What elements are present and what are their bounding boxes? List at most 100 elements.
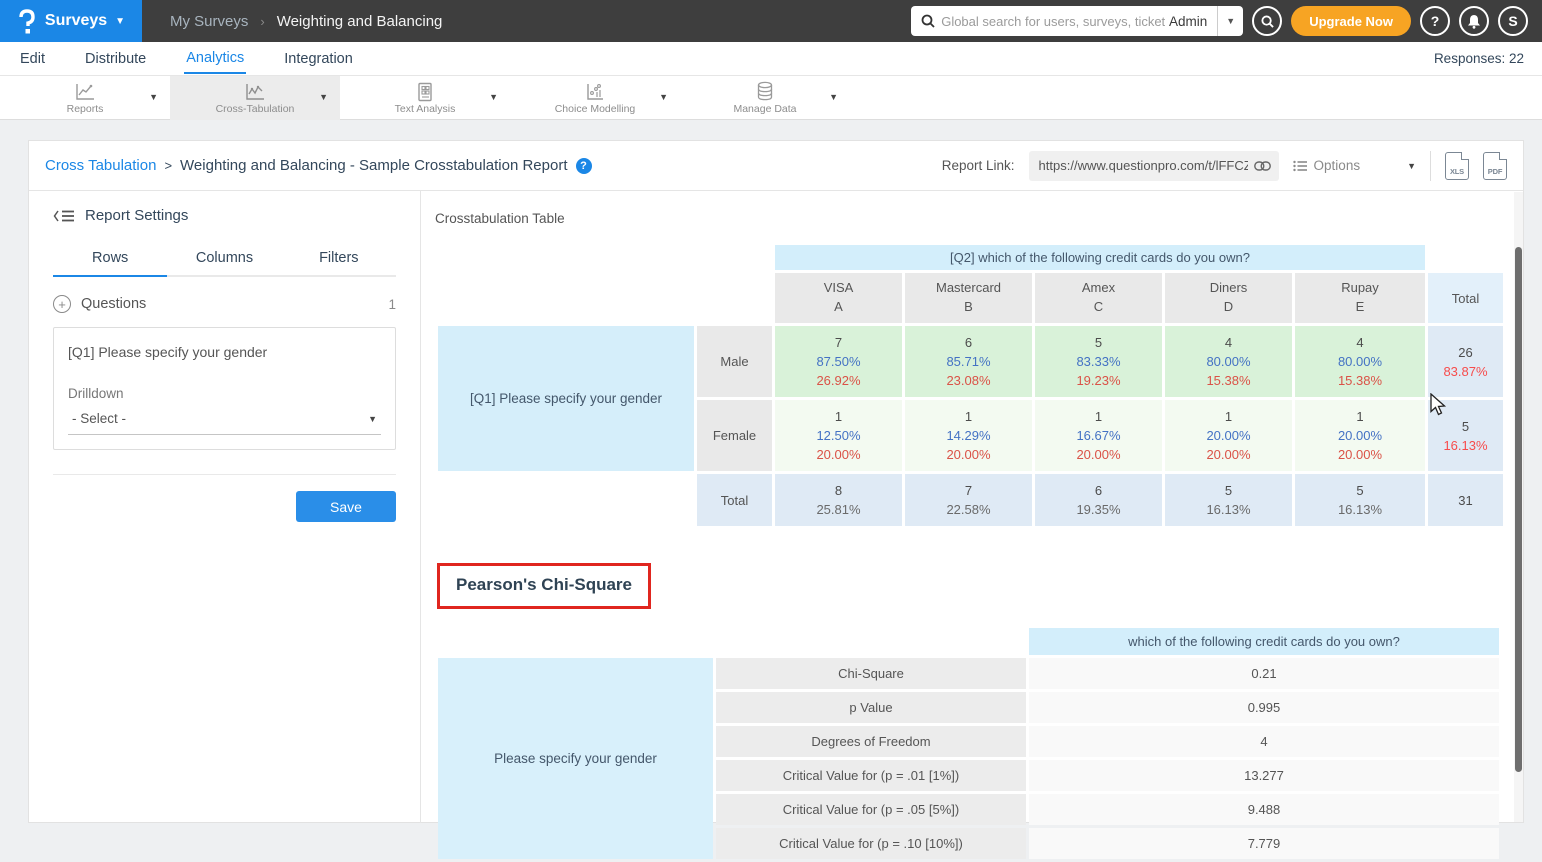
panel-header: Report Settings (53, 207, 396, 224)
column-header-mastercard: MastercardB (905, 273, 1032, 323)
chi-label-chi-square: Chi-Square (716, 658, 1026, 689)
chevron-down-icon[interactable]: ▼ (659, 92, 668, 102)
cell-female-total: 5 16.13% (1428, 400, 1503, 471)
save-button[interactable]: Save (296, 491, 396, 522)
tab-rows[interactable]: Rows (53, 242, 167, 275)
chevron-down-icon[interactable]: ▼ (1407, 161, 1416, 171)
report-body: Report Settings Rows Columns Filters + Q… (29, 191, 1523, 823)
database-icon (755, 81, 775, 102)
cell-female-diners: 1 20.00% 20.00% (1165, 400, 1292, 471)
scatter-chart-icon (584, 82, 606, 102)
question-item[interactable]: [Q1] Please specify your gender Drilldow… (53, 327, 396, 450)
breadcrumb-my-surveys[interactable]: My Surveys (170, 13, 248, 30)
line-chart-icon (74, 82, 96, 102)
analytics-toolbar: Reports ▼ Cross-Tabulation ▼ Text Analy (0, 76, 1542, 120)
topbar-breadcrumb: My Surveys › Weighting and Balancing (170, 13, 442, 30)
chi-column-header: which of the following credit cards do y… (1029, 628, 1499, 655)
cell-male-amex: 5 83.33% 19.23% (1035, 326, 1162, 397)
toolbar-text-analysis-label: Text Analysis (395, 103, 456, 115)
report-link-url[interactable]: https://www.questionpro.com/t/lFFCZg (1039, 158, 1248, 173)
breadcrumb-cross-tabulation[interactable]: Cross Tabulation (45, 157, 156, 174)
cell-male-visa: 7 87.50% 26.92% (775, 326, 902, 397)
toolbar-text-analysis[interactable]: Text Analysis ▼ (340, 76, 510, 120)
chi-value-chi-square: 0.21 (1029, 658, 1499, 689)
column-header-rupay: RupayE (1295, 273, 1425, 323)
cell-total-amex: 6 19.35% (1035, 474, 1162, 526)
chi-square-table: which of the following credit cards do y… (435, 625, 1502, 862)
report-link-field[interactable]: https://www.questionpro.com/t/lFFCZg (1029, 151, 1279, 181)
drilldown-select[interactable]: - Select - ▼ (68, 411, 381, 435)
row-label-female: Female (697, 400, 772, 471)
table-row-male: [Q1] Please specify your gender Male 7 8… (438, 326, 1503, 397)
chi-value-p-value: 0.995 (1029, 692, 1499, 723)
add-question-icon[interactable]: + (53, 295, 71, 313)
drilldown-label: Drilldown (68, 386, 381, 401)
row-label-total: Total (697, 474, 772, 526)
toolbar-manage-data-label: Manage Data (733, 103, 796, 115)
link-icon[interactable] (1254, 161, 1271, 171)
pearson-chi-square-title: Pearson's Chi-Square (456, 575, 632, 595)
app-logo[interactable]: Surveys ▼ (0, 0, 142, 42)
pdf-icon-label: PDF (1488, 167, 1502, 176)
cell-female-amex: 1 16.67% 20.00% (1035, 400, 1162, 471)
nav-edit[interactable]: Edit (18, 44, 47, 73)
bell-icon (1467, 14, 1481, 29)
toolbar-cross-tabulation-label: Cross-Tabulation (216, 103, 295, 115)
toolbar-choice-modelling[interactable]: Choice Modelling ▼ (510, 76, 680, 120)
tab-columns[interactable]: Columns (167, 242, 281, 275)
report-header-actions: Report Link: https://www.questionpro.com… (942, 151, 1507, 181)
collapse-panel-icon (53, 209, 75, 223)
toolbar-choice-modelling-label: Choice Modelling (555, 103, 636, 115)
global-search: Admin ▼ (911, 6, 1243, 36)
chevron-down-icon[interactable]: ▼ (489, 92, 498, 102)
cell-total-mastercard: 7 22.58% (905, 474, 1032, 526)
cell-male-mastercard: 6 85.71% 23.08% (905, 326, 1032, 397)
chi-label-dof: Degrees of Freedom (716, 726, 1026, 757)
collapse-panel-icon[interactable] (53, 209, 75, 223)
search-scope-selector[interactable]: Admin (1165, 14, 1217, 29)
line-chart-icon (244, 82, 266, 102)
toolbar-manage-data[interactable]: Manage Data ▼ (680, 76, 850, 120)
title-help-icon[interactable]: ? (576, 158, 592, 174)
scrollbar-track[interactable] (1514, 192, 1523, 822)
tab-filters[interactable]: Filters (282, 242, 396, 275)
toolbar-cross-tabulation[interactable]: Cross-Tabulation ▼ (170, 76, 340, 120)
options-button[interactable]: Options ▼ (1293, 158, 1416, 173)
chi-value-critical-1pct: 13.277 (1029, 760, 1499, 791)
questions-label: Questions (81, 296, 146, 312)
nav-integration[interactable]: Integration (282, 44, 355, 73)
crosstab-section-title: Crosstabulation Table (435, 211, 1523, 226)
chevron-down-icon[interactable]: ▼ (829, 92, 838, 102)
crosstab-content: Crosstabulation Table [Q2] which of the … (421, 191, 1523, 823)
table-row-total: Total 8 25.81% 7 22.58% 6 19.35% 5 1 (438, 474, 1503, 526)
options-label: Options (1314, 158, 1361, 173)
search-input[interactable] (941, 14, 1165, 29)
chi-label-critical-5pct: Critical Value for (p = .05 [5%]) (716, 794, 1026, 825)
report-header: Cross Tabulation > Weighting and Balanci… (29, 141, 1523, 191)
chevron-down-icon[interactable]: ▼ (319, 92, 328, 102)
nav-distribute[interactable]: Distribute (83, 44, 148, 73)
export-xls-button[interactable]: XLS (1445, 152, 1469, 180)
panel-title: Report Settings (85, 207, 188, 224)
top-bar: Surveys ▼ My Surveys › Weighting and Bal… (0, 0, 1542, 42)
cell-female-mastercard: 1 14.29% 20.00% (905, 400, 1032, 471)
nav-analytics[interactable]: Analytics (184, 43, 246, 74)
pearson-chi-square-highlight: Pearson's Chi-Square (437, 563, 651, 609)
chi-value-critical-10pct: 7.779 (1029, 828, 1499, 859)
upgrade-now-button[interactable]: Upgrade Now (1291, 6, 1411, 36)
divider (1430, 151, 1431, 181)
toolbar-reports[interactable]: Reports ▼ (0, 76, 170, 120)
scrollbar-thumb[interactable] (1515, 247, 1522, 772)
cell-total-visa: 8 25.81% (775, 474, 902, 526)
chevron-down-icon[interactable]: ▼ (149, 92, 158, 102)
export-pdf-button[interactable]: PDF (1483, 152, 1507, 180)
cell-female-rupay: 1 20.00% 20.00% (1295, 400, 1425, 471)
help-button[interactable]: ? (1420, 6, 1450, 36)
chi-label-critical-10pct: Critical Value for (p = .10 [10%]) (716, 828, 1026, 859)
search-scope-caret-icon[interactable]: ▼ (1217, 6, 1243, 36)
chevron-down-icon: ▼ (115, 16, 125, 27)
breadcrumb-current: Weighting and Balancing (277, 13, 443, 30)
notifications-button[interactable] (1459, 6, 1489, 36)
search-button[interactable] (1252, 6, 1282, 36)
avatar[interactable]: S (1498, 6, 1528, 36)
